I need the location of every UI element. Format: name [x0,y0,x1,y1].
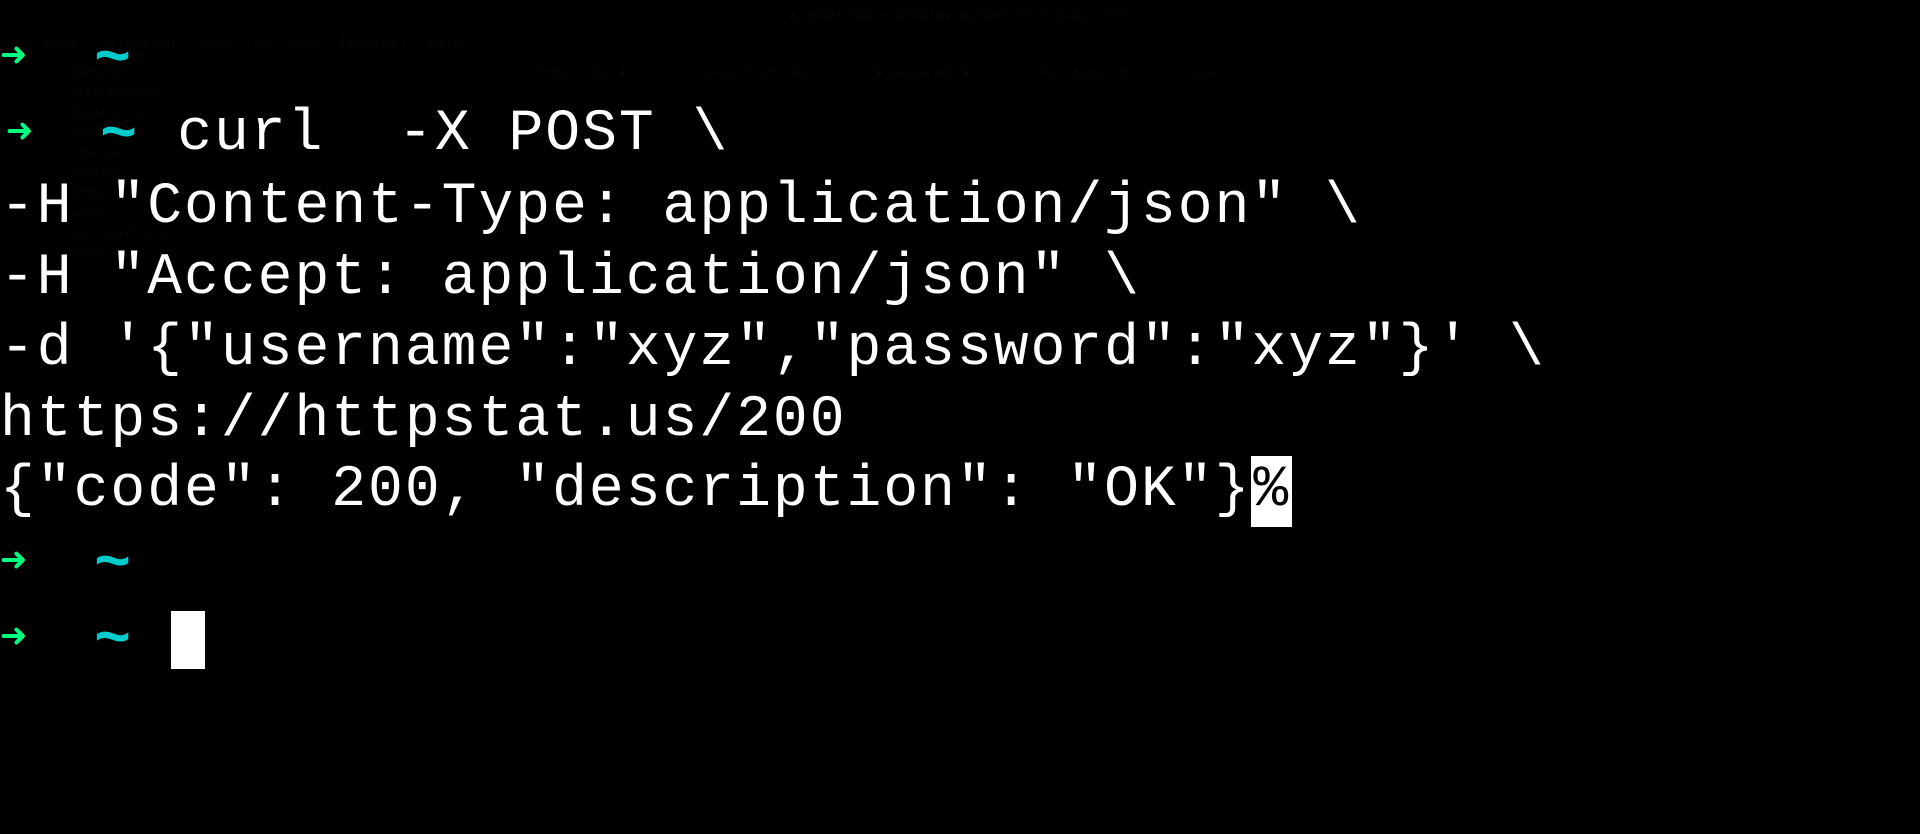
command-line-1: ➜ ~ curl -X POST \ [0,98,1920,174]
prompt-tilde-icon: ~ [100,98,139,174]
terminal-overlay[interactable]: ➜ ~ ➜ ~ curl -X POST \ -H "Content-Type:… [0,0,1920,834]
command-text: https://httpstat.us/200 [0,386,847,457]
prompt-line-2: ➜ ~ [0,527,1920,603]
prompt-arrow-icon: ➜ [6,109,52,163]
prompt-arrow-icon: ➜ [0,538,46,592]
command-line-4: -d '{"username":"xyz","password":"xyz"}'… [0,315,1920,386]
command-line-2: -H "Content-Type: application/json" \ [0,173,1920,244]
command-text: curl -X POST \ [177,100,729,171]
block-cursor-icon [171,611,205,669]
response-line: {"code": 200, "description": "OK"}% [0,456,1920,527]
prompt-tilde-icon: ~ [94,22,133,98]
command-text: -d '{"username":"xyz","password":"xyz"}'… [0,315,1546,386]
prompt-tilde-icon: ~ [94,527,133,603]
prompt-arrow-icon: ➜ [0,33,46,87]
command-line-5: https://httpstat.us/200 [0,386,1920,457]
prompt-tilde-icon: ~ [94,603,133,679]
prompt-line-3-active[interactable]: ➜ ~ [0,603,1920,679]
prompt-arrow-icon: ➜ [0,614,46,668]
command-text: -H "Accept: application/json" \ [0,244,1141,315]
percent-cursor-icon: % [1251,456,1292,527]
response-text: {"code": 200, "description": "OK"} [0,456,1251,527]
command-text: -H "Content-Type: application/json" \ [0,173,1362,244]
command-block: ➜ ~ curl -X POST \ -H "Content-Type: app… [0,98,1920,527]
command-line-3: -H "Accept: application/json" \ [0,244,1920,315]
prompt-line-1: ➜ ~ [0,22,1920,98]
